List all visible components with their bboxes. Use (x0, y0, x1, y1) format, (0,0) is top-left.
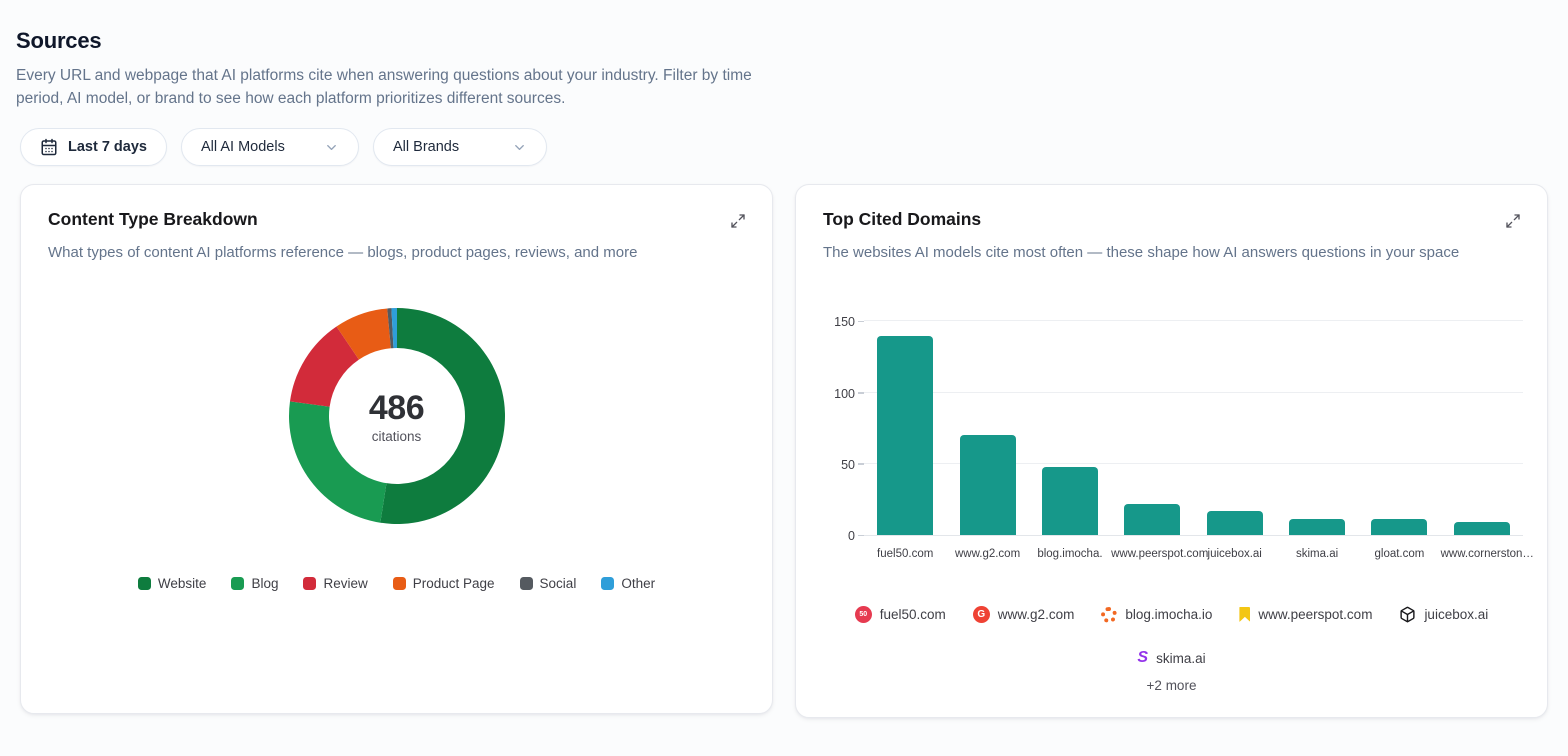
donut-chart: 486 citations (285, 304, 509, 528)
x-axis-label: blog.imocha. (1037, 548, 1102, 560)
bar-gloat.com[interactable] (1371, 519, 1427, 535)
cited-domain-text: juicebox.ai (1424, 607, 1488, 622)
bar-chart: 0 50 100 150 fuel50.com www.g2.com blog.imoch… (822, 308, 1523, 562)
cited-domain-item: blog.imocha.io (1101, 607, 1212, 623)
legend-item-blog[interactable]: Blog (231, 576, 278, 591)
cited-domain-item: www.peerspot.com (1239, 607, 1372, 622)
cards-row: Content Type Breakdown What types of con… (20, 184, 1548, 718)
y-tick-label: 50 (841, 458, 855, 472)
bar-juicebox.ai[interactable] (1207, 511, 1263, 535)
brands-select[interactable]: All Brands (373, 128, 547, 166)
g2-favicon: G (973, 606, 990, 623)
cited-domain-item: juicebox.ai (1399, 606, 1488, 623)
bar-fuel50.com[interactable] (877, 336, 933, 536)
expand-icon (730, 213, 746, 229)
y-tick-label: 150 (834, 315, 855, 329)
legend-label: Social (540, 576, 577, 591)
x-axis-label: fuel50.com (877, 548, 933, 560)
y-tick-label: 100 (834, 387, 855, 401)
top-domains-card-subtitle: The websites AI models cite most often —… (823, 242, 1468, 264)
bar-blog.imocha.[interactable] (1042, 467, 1098, 535)
cited-domain-item: Gwww.g2.com (973, 606, 1075, 623)
ai-models-select[interactable]: All AI Models (181, 128, 359, 166)
expand-icon (1505, 213, 1521, 229)
bar-www.g2.com[interactable] (960, 435, 1016, 535)
top-domains-card-title: Top Cited Domains (823, 209, 981, 230)
cited-domains-list: 50 fuel50.com Gwww.g2.com blog.imocha.io www… (820, 606, 1523, 666)
plot-area (864, 308, 1523, 536)
content-type-card-subtitle: What types of content AI platforms refer… (48, 242, 748, 264)
donut-svg (285, 304, 509, 528)
donut-slice-blog[interactable] (289, 401, 386, 522)
fuel50-favicon: 50 (855, 606, 872, 623)
cited-domain-item: Sskima.ai (1137, 650, 1205, 666)
donut-slice-website[interactable] (380, 308, 505, 524)
peerspot-favicon (1239, 607, 1250, 622)
x-axis-label: skima.ai (1296, 548, 1338, 560)
x-axis-label: juicebox.ai (1208, 548, 1262, 560)
bar-www.peerspot.com[interactable] (1124, 504, 1180, 535)
x-axis-labels: fuel50.comwww.g2.comblog.imocha.www.peer… (864, 544, 1523, 562)
juicebox-favicon (1399, 606, 1416, 623)
imocha-favicon (1101, 607, 1117, 623)
more-domains-label: +2 more (820, 678, 1523, 693)
x-axis-label: www.g2.com (955, 548, 1020, 560)
expand-button[interactable] (1503, 211, 1523, 231)
chevron-down-icon (324, 140, 339, 155)
calendar-icon (40, 138, 58, 156)
page-title: Sources (16, 28, 1548, 54)
date-range-label: Last 7 days (68, 139, 147, 155)
cited-domain-text: fuel50.com (880, 607, 946, 622)
content-type-card-title: Content Type Breakdown (48, 209, 258, 230)
cited-domain-text: skima.ai (1156, 651, 1206, 666)
cited-domain-text: blog.imocha.io (1125, 607, 1212, 622)
legend-item-website[interactable]: Website (138, 576, 207, 591)
legend-label: Website (158, 576, 207, 591)
legend-swatch (138, 577, 151, 590)
x-axis-label: www.cornerston… (1441, 548, 1534, 560)
legend-swatch (520, 577, 533, 590)
legend-label: Product Page (413, 576, 495, 591)
cited-domain-item: 50 fuel50.com (855, 606, 946, 623)
top-domains-card: Top Cited Domains The websites AI models… (795, 184, 1548, 718)
ai-models-value: All AI Models (201, 139, 285, 155)
legend-swatch (231, 577, 244, 590)
expand-button[interactable] (728, 211, 748, 231)
brands-value: All Brands (393, 139, 459, 155)
y-axis: 050100150 (822, 308, 864, 536)
cited-domain-text: www.g2.com (998, 607, 1075, 622)
legend-swatch (601, 577, 614, 590)
legend-swatch (393, 577, 406, 590)
cited-domain-text: www.peerspot.com (1258, 607, 1372, 622)
legend-swatch (303, 577, 316, 590)
legend-label: Review (323, 576, 367, 591)
page-description: Every URL and webpage that AI platforms … (16, 64, 756, 110)
chevron-down-icon (512, 140, 527, 155)
date-range-button[interactable]: Last 7 days (20, 128, 167, 166)
bar-www.cornerston-[interactable] (1454, 522, 1510, 535)
legend-item-review[interactable]: Review (303, 576, 367, 591)
y-tick-label: 0 (848, 529, 855, 543)
legend-item-other[interactable]: Other (601, 576, 655, 591)
legend-label: Blog (251, 576, 278, 591)
content-type-card: Content Type Breakdown What types of con… (20, 184, 773, 714)
bar-skima.ai[interactable] (1289, 519, 1345, 535)
skima-favicon: S (1137, 650, 1148, 666)
donut-legend: Website Blog Review Product Page Social Other (45, 576, 748, 591)
legend-item-social[interactable]: Social (520, 576, 577, 591)
legend-item-product-page[interactable]: Product Page (393, 576, 495, 591)
filters-bar: Last 7 days All AI Models All Brands (20, 128, 1548, 166)
x-axis-label: gloat.com (1375, 548, 1425, 560)
legend-label: Other (621, 576, 655, 591)
sources-page: Sources Every URL and webpage that AI pl… (0, 0, 1568, 718)
